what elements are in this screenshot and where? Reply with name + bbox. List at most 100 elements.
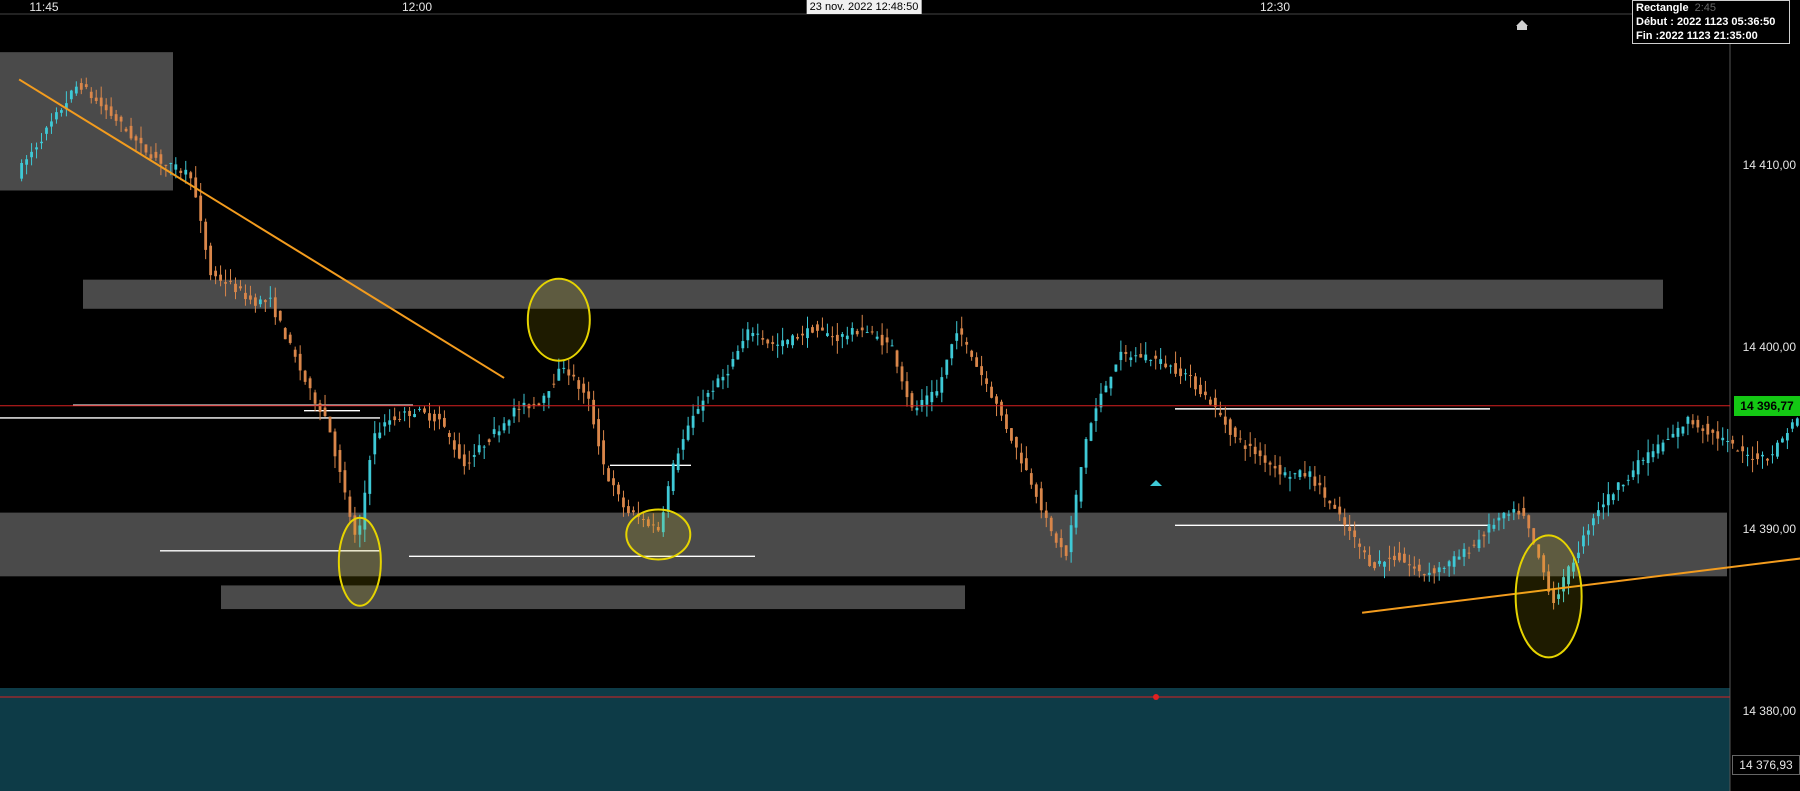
candle-body <box>617 484 620 495</box>
highlight-ellipse <box>625 508 692 561</box>
candle-body <box>960 328 964 335</box>
candle-body <box>313 392 317 404</box>
candle-body <box>214 270 218 277</box>
candle-body <box>532 403 536 405</box>
candle-body <box>333 431 337 457</box>
candle-body <box>970 350 974 357</box>
candle-body <box>562 367 566 369</box>
candle-body <box>671 463 675 492</box>
candle-body <box>318 403 322 412</box>
candle-body <box>199 195 203 221</box>
candle-body <box>109 106 113 116</box>
candle-body <box>542 395 546 403</box>
candle-body <box>910 393 914 408</box>
candle-body <box>438 413 441 420</box>
candle-body <box>582 383 586 393</box>
candle-body <box>796 336 799 339</box>
candle-body <box>512 407 516 417</box>
candle-body <box>1363 550 1366 553</box>
candle-body <box>1233 427 1237 437</box>
price-label-14400: 14 400,00 <box>1742 340 1796 354</box>
candle-body <box>1422 574 1426 576</box>
candle-body <box>1393 555 1396 561</box>
candle-body <box>1005 414 1008 430</box>
candle-body <box>55 112 58 120</box>
candle-body <box>114 114 118 121</box>
zone-rectangle <box>83 279 1663 309</box>
candle-body <box>711 390 715 392</box>
candle-body <box>592 399 596 425</box>
candle-body <box>875 336 879 339</box>
candle-body <box>845 335 849 340</box>
candle-body <box>1283 472 1287 476</box>
cursor-date-label: 23 nov. 2022 12:48:50 <box>806 0 922 14</box>
candle-body <box>104 104 108 111</box>
candle-body <box>393 416 397 421</box>
candle-body <box>607 468 610 482</box>
candle-body <box>1407 564 1411 566</box>
candle-body <box>1761 454 1764 457</box>
candle-body <box>786 339 790 345</box>
candle-body <box>726 373 730 376</box>
candle-body <box>1010 428 1013 441</box>
price-chart[interactable] <box>0 0 1800 791</box>
candle-body <box>477 445 481 453</box>
candle-body <box>1437 567 1441 573</box>
candle-body <box>1517 510 1521 515</box>
candle-body <box>1592 518 1595 526</box>
candle-body <box>50 121 53 127</box>
candle-body <box>413 414 416 418</box>
candle-body <box>368 460 372 494</box>
candle-body <box>880 334 884 346</box>
scroll-marker-icon-base <box>1517 26 1527 30</box>
drawing-info-box: Rectangle 2:45 Début : 2022 1123 05:36:50… <box>1632 0 1790 44</box>
candle-body <box>1606 494 1610 506</box>
candle-body <box>1676 427 1680 437</box>
bottom-price-badge: 14 376,93 <box>1732 755 1800 775</box>
candle-body <box>1651 451 1655 458</box>
candle-body <box>1378 560 1381 564</box>
candle-body <box>771 342 775 344</box>
candle-body <box>1104 385 1108 393</box>
candle-body <box>1432 568 1436 574</box>
zone-rectangle <box>0 512 1727 577</box>
candle-body <box>139 137 143 144</box>
candle-body <box>627 506 630 514</box>
candle-body <box>398 418 402 420</box>
candle-body <box>985 378 988 384</box>
candle-body <box>159 154 163 164</box>
candle-body <box>1477 539 1481 549</box>
candle-body <box>746 329 750 341</box>
candle-body <box>288 334 292 343</box>
candle-body <box>1452 556 1456 567</box>
candle-body <box>686 425 690 440</box>
candle-body <box>681 439 685 450</box>
candle-body <box>572 374 576 377</box>
candle-body <box>234 283 237 293</box>
candle-body <box>1388 557 1391 559</box>
candle-body <box>189 172 193 179</box>
candle-body <box>1218 412 1222 416</box>
candle-body <box>1139 354 1143 358</box>
candle-body <box>980 366 983 376</box>
candle-body <box>1184 373 1187 375</box>
candle-body <box>30 151 33 158</box>
candle-body <box>1641 459 1645 461</box>
candle-body <box>224 282 227 284</box>
candle-body <box>830 336 834 338</box>
candle-body <box>1144 354 1148 361</box>
candle-body <box>1691 420 1695 425</box>
candle-body <box>323 407 327 417</box>
candle-body <box>741 341 745 349</box>
candle-body <box>462 454 466 467</box>
candle-body <box>781 340 785 347</box>
candle-body <box>293 349 297 357</box>
candle-body <box>229 280 232 282</box>
candle-body <box>1054 533 1058 543</box>
candle-body <box>487 439 491 443</box>
info-end: Fin :2022 1123 21:35:00 <box>1636 30 1758 42</box>
candle-body <box>1149 359 1153 361</box>
candle-body <box>691 415 695 428</box>
candle-body <box>1049 517 1053 532</box>
candle-body <box>1587 530 1590 535</box>
